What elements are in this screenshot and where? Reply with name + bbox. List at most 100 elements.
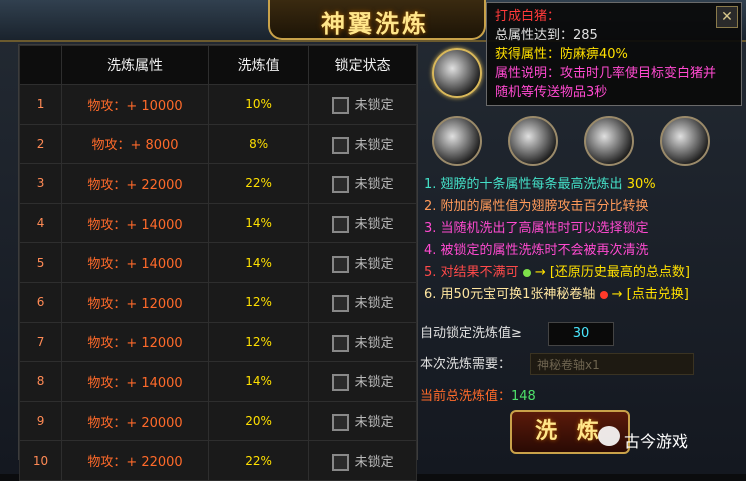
watermark: 古今游戏 [598,426,689,452]
lock-status: 未锁定 [354,296,394,312]
row-value: 12% [207,281,310,323]
lock-checkbox[interactable] [331,295,349,313]
row-attribute: 物攻：+ 14000 [61,202,209,244]
lock-checkbox[interactable] [331,97,349,115]
lock-checkbox[interactable] [331,414,349,432]
row-lock: 未锁定 [308,163,417,204]
row-value: 14% [207,242,310,283]
red-dot-icon [599,290,608,299]
tip-2: 2. 附加的属性值为翅膀攻击百分比转换 [424,199,649,214]
row-value: 14% [207,202,310,244]
row-index: 9 [18,400,63,442]
exchange-link[interactable]: → [点击兑换] [612,287,689,302]
row-attribute: 物攻：+ 14000 [61,242,209,283]
tooltip-total: 总属性达到：285 [495,28,598,43]
row-index: 1 [18,84,63,125]
wechat-icon [598,426,620,446]
row-value: 22% [207,163,310,204]
lock-status: 未锁定 [354,415,394,431]
tip-1-value: 30% [626,177,656,192]
skill-slash-icon[interactable] [432,48,482,98]
row-index: 10 [18,440,63,481]
row-index: 2 [18,123,63,165]
tip-5: 5. 对结果不满可 → [还原历史最高的总点数] [418,262,742,284]
row-attribute: 物攻：+ 14000 [61,361,209,402]
table-row: 1 物攻：+ 10000 10% 未锁定 [18,84,417,125]
tips-list: 1. 翅膀的十条属性每条最高洗炼出 30% 2. 附加的属性值为翅膀攻击百分比转… [418,174,742,318]
lock-checkbox[interactable] [331,216,349,234]
row-lock: 未锁定 [308,123,417,165]
row-index: 3 [18,163,63,204]
row-lock: 未锁定 [308,84,417,125]
row-lock: 未锁定 [308,440,417,481]
row-index: 8 [18,361,63,402]
row-value: 10% [207,84,310,125]
row-attribute: 物攻：+ 10000 [61,84,209,125]
tip-6-text: 6. 用50元宝可换1张神秘卷轴 [424,287,596,302]
row-attribute: 物攻：+ 20000 [61,400,209,442]
need-field: 神秘卷轴x1 [530,353,694,375]
skill-wing-icon[interactable] [660,116,710,166]
row-lock: 未锁定 [308,321,417,363]
skill-shield-icon[interactable] [432,116,482,166]
skill-face-icon[interactable] [508,116,558,166]
close-button[interactable]: ✕ [716,6,738,28]
tip-5-text: 5. 对结果不满可 [424,265,519,280]
need-label: 本次洗炼需要： [420,357,512,372]
row-index: 7 [18,321,63,363]
lock-status: 未锁定 [354,217,394,233]
lock-checkbox[interactable] [331,176,349,194]
auto-lock-row: 自动锁定洗炼值≥ 30 [420,322,740,346]
tip-4: 4. 被锁定的属性洗炼时不会被再次清洗 [424,243,649,258]
row-attribute: 物攻：+ 12000 [61,281,209,323]
row-lock: 未锁定 [308,400,417,442]
lock-status: 未锁定 [354,98,394,114]
row-value: 14% [207,361,310,402]
lock-status: 未锁定 [354,454,394,470]
row-index: 6 [18,281,63,323]
skill-warrior-icon[interactable] [584,116,634,166]
lock-status: 未锁定 [354,177,394,193]
total-value: 148 [511,389,536,404]
header-attr: 洗炼属性 [61,45,209,85]
table-row: 7 物攻：+ 12000 12% 未锁定 [18,321,417,363]
row-lock: 未锁定 [308,281,417,323]
need-row: 本次洗炼需要： 神秘卷轴x1 [420,353,740,377]
tooltip-desc-2: 随机等传送物品3秒 [495,85,608,100]
lock-checkbox[interactable] [331,334,349,352]
table-row: 6 物攻：+ 12000 12% 未锁定 [18,281,417,323]
row-value: 20% [207,400,310,442]
window-title: 神翼洗炼 [321,10,429,38]
tip-3: 3. 当随机洗出了高属性时可以选择锁定 [424,221,649,236]
auto-lock-input[interactable]: 30 [548,322,614,346]
lock-checkbox[interactable] [331,374,349,392]
tooltip-gain: 获得属性：防麻痹40% [495,47,628,62]
row-value: 8% [207,123,310,165]
row-index: 4 [18,202,63,244]
tooltip-desc-1: 属性说明：攻击时几率使目标变白猪并 [495,66,717,81]
attribute-table: 洗炼属性 洗炼值 锁定状态 1 物攻：+ 10000 10% 未锁定 2 物攻：+ 800… [18,44,418,481]
row-lock: 未锁定 [308,361,417,402]
row-value: 22% [207,440,310,481]
lock-status: 未锁定 [354,256,394,272]
lock-checkbox[interactable] [331,255,349,273]
tooltip-title: 打成白猪： [495,9,561,24]
table-row: 5 物攻：+ 14000 14% 未锁定 [18,242,417,283]
row-attribute: 物攻：+ 22000 [61,440,209,481]
table-row: 9 物攻：+ 20000 20% 未锁定 [18,400,417,442]
row-value: 12% [207,321,310,363]
watermark-text: 古今游戏 [624,432,689,451]
lock-checkbox[interactable] [331,453,349,471]
header-index [18,45,63,85]
tip-6: 6. 用50元宝可换1张神秘卷轴 → [点击兑换] [418,284,742,306]
table-row: 8 物攻：+ 14000 14% 未锁定 [18,361,417,402]
auto-lock-label: 自动锁定洗炼值≥ [420,326,522,341]
total-row: 当前总洗炼值：148 [420,385,536,404]
lock-status: 未锁定 [354,137,394,153]
restore-history-link[interactable]: → [还原历史最高的总点数] [535,265,690,280]
lock-checkbox[interactable] [331,136,349,154]
lock-status: 未锁定 [354,375,394,391]
table-row: 10 物攻：+ 22000 22% 未锁定 [18,440,417,481]
table-row: 2 物攻：+ 8000 8% 未锁定 [18,123,417,165]
table-row: 3 物攻：+ 22000 22% 未锁定 [18,163,417,204]
